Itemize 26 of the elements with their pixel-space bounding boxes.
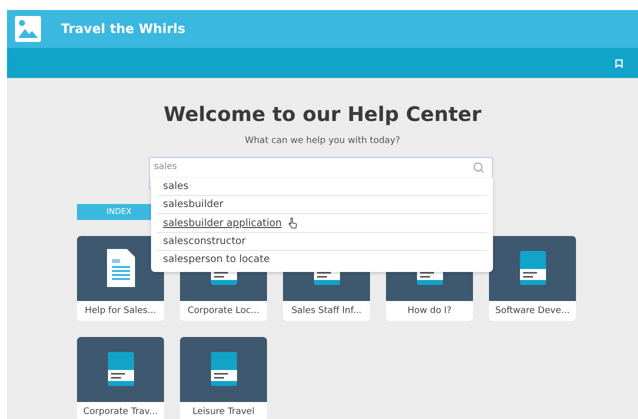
bookmark-icon[interactable] xyxy=(615,58,623,68)
card-title: Corporate Loc... xyxy=(186,304,260,318)
topic-card[interactable]: Corporate Trav... xyxy=(77,336,164,419)
book-icon xyxy=(108,352,134,386)
site-title: Travel the Whirls xyxy=(61,22,186,36)
book-icon xyxy=(210,352,236,386)
page-subtitle: What can we help you with today? xyxy=(244,136,400,146)
image-logo-icon xyxy=(15,16,41,42)
card-title: Corporate Trav... xyxy=(82,406,159,418)
suggestion-item[interactable]: salesconstructor xyxy=(157,233,487,251)
book-icon xyxy=(520,251,546,285)
card-title: Software Deve... xyxy=(494,304,571,318)
topic-card[interactable]: Help for Sales... xyxy=(77,236,164,320)
hand-cursor-icon xyxy=(288,217,297,229)
suggestion-item[interactable]: salesbuilder xyxy=(157,196,487,214)
page-heading: Welcome to our Help Center xyxy=(164,102,482,126)
card-title: Sales Staff Inf... xyxy=(290,304,363,318)
card-title: Help for Sales... xyxy=(84,304,158,318)
search-icon[interactable] xyxy=(473,162,484,173)
card-title: Leisure Travel xyxy=(192,406,256,418)
document-icon xyxy=(106,249,134,287)
suggestion-item[interactable]: salesbuilder application xyxy=(157,214,487,233)
suggestion-item[interactable]: sales xyxy=(157,178,487,196)
card-title: How do I? xyxy=(406,304,452,318)
topic-card[interactable]: Software Deve... xyxy=(489,236,576,320)
topic-card[interactable]: Leisure Travel xyxy=(180,336,267,419)
